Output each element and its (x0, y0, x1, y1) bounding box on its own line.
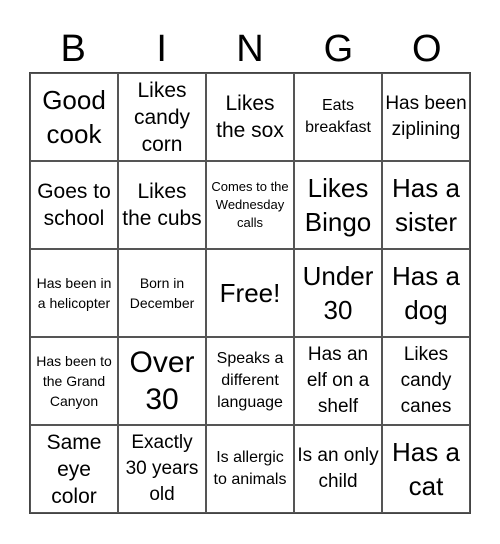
bingo-cell[interactable]: Has been to the Grand Canyon (30, 337, 118, 425)
cell-text: Has been to the Grand Canyon (36, 353, 112, 409)
cell-text: Has been in a helicopter (36, 275, 112, 311)
cell-text: Has an elf on a shelf (306, 344, 370, 417)
cell-text: Over 30 (129, 346, 195, 416)
bingo-cell[interactable]: Likes candy canes (382, 337, 470, 425)
bingo-cell[interactable]: Has a sister (382, 161, 470, 249)
free-space-text: Free! (219, 278, 281, 308)
cell-text: Likes the sox (216, 92, 284, 142)
header-letter-g: G (323, 28, 354, 70)
bingo-cell[interactable]: Over 30 (118, 337, 206, 425)
cell-text: Likes Bingo (304, 173, 372, 237)
bingo-cell[interactable]: Has been ziplining (382, 73, 470, 161)
bingo-cell[interactable]: Eats breakfast (294, 73, 382, 161)
bingo-cell[interactable]: Same eye color (30, 425, 118, 513)
bingo-cell[interactable]: Has been in a helicopter (30, 249, 118, 337)
cell-text: Is an only child (297, 445, 379, 492)
bingo-cell[interactable]: Is an only child (294, 425, 382, 513)
cell-text: Has been ziplining (385, 93, 467, 140)
bingo-cell[interactable]: Speaks a different language (206, 337, 294, 425)
bingo-cell[interactable]: Has an elf on a shelf (294, 337, 382, 425)
bingo-cell[interactable]: Under 30 (294, 249, 382, 337)
cell-text: Goes to school (37, 180, 111, 230)
cell-text: Under 30 (302, 261, 374, 325)
bingo-cell[interactable]: Likes Bingo (294, 161, 382, 249)
bingo-cell[interactable]: Has a cat (382, 425, 470, 513)
cell-text: Eats breakfast (305, 97, 371, 136)
bingo-cell[interactable]: Likes candy corn (118, 73, 206, 161)
bingo-cell[interactable]: Exactly 30 years old (118, 425, 206, 513)
bingo-cell[interactable]: Born in December (118, 249, 206, 337)
bingo-cell[interactable]: Comes to the Wednesday calls (206, 161, 294, 249)
bingo-header: B I N G O (29, 26, 471, 72)
bingo-cell[interactable]: Has a dog (382, 249, 470, 337)
bingo-cell[interactable]: Likes the sox (206, 73, 294, 161)
bingo-cell[interactable]: Is allergic to animals (206, 425, 294, 513)
bingo-card-grid: Good cook Likes candy corn Likes the sox… (29, 72, 471, 514)
cell-text: Comes to the Wednesday calls (211, 179, 289, 230)
cell-text: Born in December (129, 275, 195, 311)
free-space-cell[interactable]: Free! (206, 249, 294, 337)
header-letter-i: I (156, 28, 167, 70)
cell-text: Likes candy corn (133, 78, 191, 156)
bingo-cell[interactable]: Likes the cubs (118, 161, 206, 249)
header-letter-o: O (412, 28, 442, 70)
cell-text: Good cook (42, 85, 106, 149)
cell-text: Likes the cubs (122, 180, 202, 230)
cell-text: Likes candy canes (400, 344, 452, 417)
bingo-cell[interactable]: Goes to school (30, 161, 118, 249)
cell-text: Exactly 30 years old (125, 432, 199, 505)
cell-text: Speaks a different language (216, 350, 284, 411)
cell-text: Has a cat (392, 437, 460, 501)
bingo-cell[interactable]: Good cook (30, 73, 118, 161)
cell-text: Has a sister (392, 173, 460, 237)
cell-text: Same eye color (46, 430, 102, 508)
header-letter-n: N (236, 28, 264, 70)
header-letter-b: B (60, 28, 86, 70)
cell-text: Has a dog (392, 261, 460, 325)
cell-text: Is allergic to animals (213, 449, 287, 488)
